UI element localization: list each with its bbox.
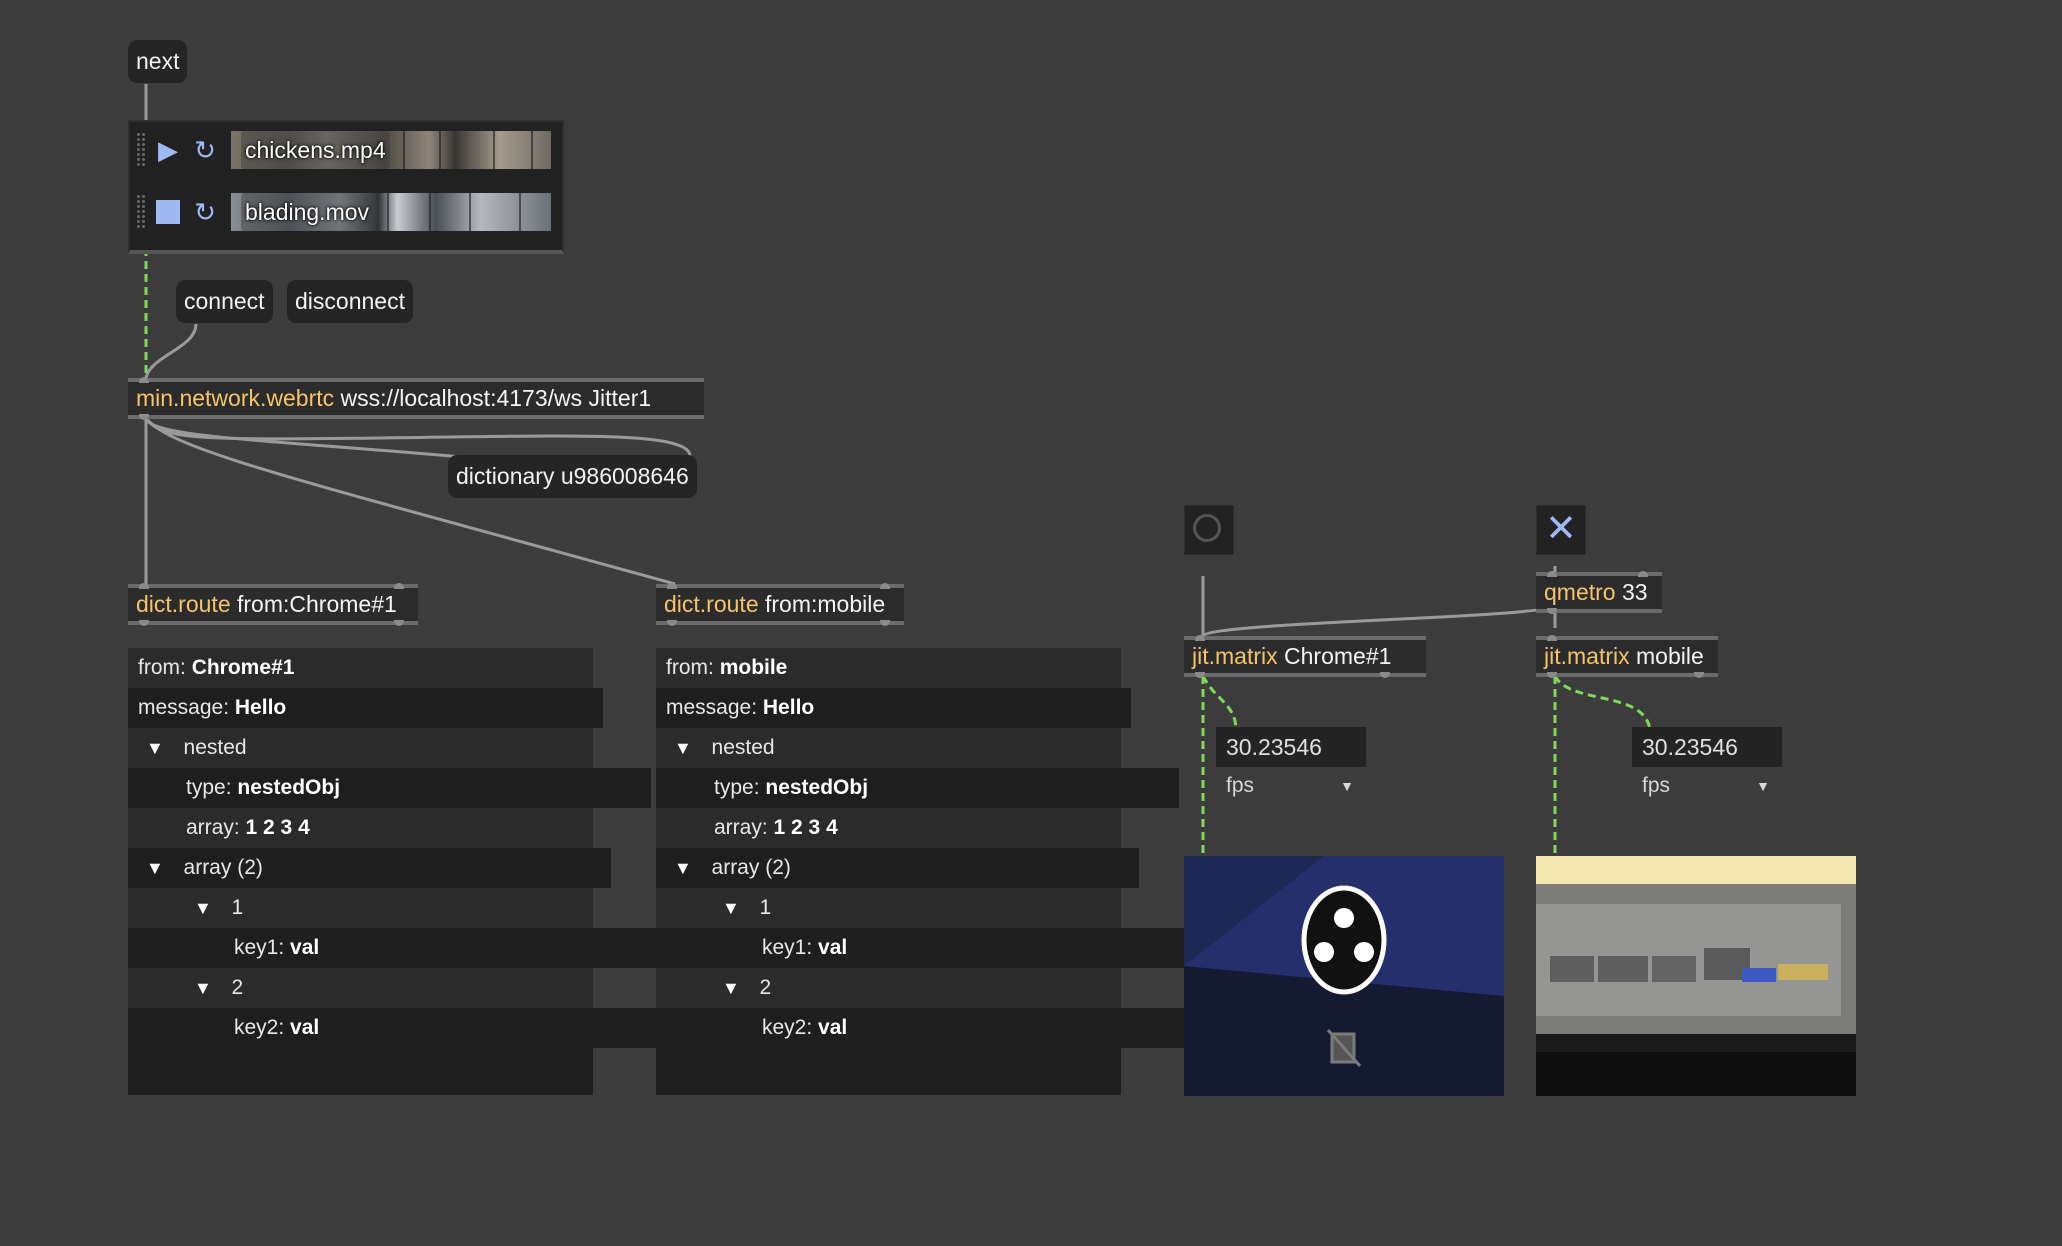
disclosure-triangle-icon[interactable]: ▼: [722, 968, 742, 1008]
circle-icon: [1193, 514, 1221, 542]
drag-handle-icon[interactable]: [136, 132, 146, 168]
dict-row: array: 1 2 3 4: [714, 816, 838, 839]
dict-row-expandable[interactable]: ▼ array (2): [128, 848, 611, 888]
dict-row-expandable[interactable]: ▼ 1: [128, 888, 659, 928]
object-args: 33: [1621, 579, 1648, 605]
jit-matrix-chrome-object[interactable]: jit.matrix Chrome#1: [1184, 635, 1426, 678]
loop-icon[interactable]: ↻: [191, 136, 219, 164]
connect-message[interactable]: connect: [176, 280, 273, 323]
dict-row: array: 1 2 3 4: [186, 816, 310, 839]
patcher-canvas[interactable]: next connect disconnect dictionary u9860…: [0, 0, 2062, 1246]
dict-row-expandable[interactable]: ▼ nested: [128, 728, 611, 768]
disclosure-triangle-icon[interactable]: ▼: [194, 888, 214, 928]
object-args: mobile: [1636, 643, 1704, 669]
clip-name: chickens.mp4: [241, 131, 390, 169]
disclosure-triangle-icon[interactable]: ▼: [146, 848, 166, 888]
disclosure-triangle-icon[interactable]: ▼: [194, 968, 214, 1008]
loop-icon[interactable]: ↻: [191, 198, 219, 226]
obs-stream-frame: [1184, 856, 1504, 1096]
dict-row-expandable[interactable]: ▼ array (2): [656, 848, 1139, 888]
dict-row-expandable[interactable]: ▼ 2: [656, 968, 1187, 1008]
chevron-down-icon: ▼: [1340, 778, 1354, 794]
dict-row-expandable[interactable]: ▼ 2: [128, 968, 659, 1008]
dict-view-mobile[interactable]: from: mobile message: Hello ▼ nested typ…: [656, 648, 1227, 1095]
toggle-button[interactable]: ✕: [1536, 505, 1586, 555]
object-args: Chrome#1: [1284, 643, 1392, 669]
qmetro-object[interactable]: qmetro 33: [1536, 571, 1662, 614]
jit-matrix-mobile-object[interactable]: jit.matrix mobile: [1536, 635, 1718, 678]
next-message[interactable]: next: [128, 40, 188, 83]
webrtc-object[interactable]: min.network.webrtc wss://localhost:4173/…: [128, 377, 704, 420]
dict-row: key1: val: [128, 928, 699, 968]
disclosure-triangle-icon[interactable]: ▼: [674, 848, 694, 888]
object-args: from:Chrome#1: [237, 591, 397, 617]
dict-row-expandable[interactable]: ▼ 1: [656, 888, 1187, 928]
no-camera-icon: [1326, 1029, 1362, 1067]
object-class: qmetro: [1544, 579, 1616, 605]
dict-route-chrome-object[interactable]: dict.route from:Chrome#1: [128, 583, 418, 626]
fps-number-box[interactable]: 30.23546: [1216, 727, 1366, 767]
dict-row: key2: val: [656, 1008, 1227, 1048]
fps-unit-menu[interactable]: fps ▼: [1632, 769, 1782, 803]
object-class: dict.route: [664, 591, 759, 617]
dict-row: key1: val: [656, 928, 1227, 968]
playlist-item[interactable]: ↻ blading.mov: [130, 186, 562, 238]
dict-row: from: Chrome#1: [138, 656, 295, 679]
video-thumbnail-strip: blading.mov: [231, 193, 551, 231]
playlist[interactable]: ▶ ↻ chickens.mp4 ↻ blading.mov: [128, 120, 564, 254]
dictionary-message[interactable]: dictionary u986008646: [448, 455, 697, 498]
playlist-item[interactable]: ▶ ↻ chickens.mp4: [130, 124, 562, 176]
object-args: from:mobile: [765, 591, 886, 617]
video-window-chrome[interactable]: [1184, 856, 1504, 1096]
obs-logo-icon: [1301, 885, 1387, 995]
disclosure-triangle-icon[interactable]: ▼: [674, 728, 694, 768]
dict-row-expandable[interactable]: ▼ nested: [656, 728, 1139, 768]
dict-row: type: nestedObj: [656, 768, 1179, 808]
drag-handle-icon[interactable]: [136, 194, 146, 230]
dict-view-chrome[interactable]: from: Chrome#1 message: Hello ▼ nested t…: [128, 648, 699, 1095]
video-thumbnail-strip: chickens.mp4: [231, 131, 551, 169]
disclosure-triangle-icon[interactable]: ▼: [722, 888, 742, 928]
stop-icon[interactable]: [154, 198, 182, 226]
chevron-down-icon: ▼: [1756, 778, 1770, 794]
play-icon[interactable]: ▶: [154, 136, 182, 164]
clip-name: blading.mov: [241, 193, 374, 231]
object-class: jit.matrix: [1192, 643, 1278, 669]
disclosure-triangle-icon[interactable]: ▼: [146, 728, 166, 768]
video-window-mobile[interactable]: [1536, 856, 1856, 1096]
dict-row: type: nestedObj: [128, 768, 651, 808]
camera-feed-frame: [1536, 856, 1856, 1096]
dict-row: key2: val: [128, 1008, 699, 1048]
dict-row: message: Hello: [128, 688, 603, 728]
dict-route-mobile-object[interactable]: dict.route from:mobile: [656, 583, 904, 626]
object-class: jit.matrix: [1544, 643, 1630, 669]
dict-row: from: mobile: [666, 656, 788, 679]
dict-row: message: Hello: [656, 688, 1131, 728]
fps-number-box[interactable]: 30.23546: [1632, 727, 1782, 767]
disconnect-message[interactable]: disconnect: [287, 280, 413, 323]
object-class: dict.route: [136, 591, 231, 617]
x-icon: ✕: [1545, 508, 1577, 550]
object-class: min.network.webrtc: [136, 385, 335, 411]
bang-button[interactable]: [1184, 505, 1234, 555]
object-args: wss://localhost:4173/ws Jitter1: [340, 385, 652, 411]
fps-unit-menu[interactable]: fps ▼: [1216, 769, 1366, 803]
